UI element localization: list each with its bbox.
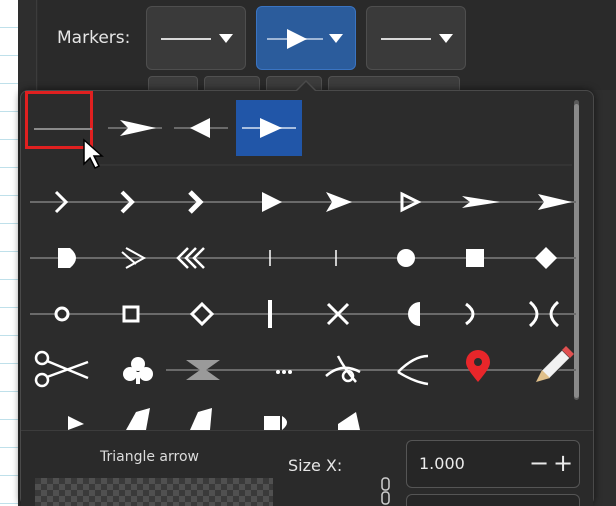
marker-row-3[interactable] <box>26 232 576 284</box>
circle-outline-icon <box>54 306 70 322</box>
marker-preview <box>35 478 273 506</box>
increment-button[interactable]: + <box>553 449 573 477</box>
half-circle-icon <box>408 302 420 326</box>
popup-notch-inner <box>297 82 315 91</box>
marker-cell-arrow-sharp[interactable] <box>102 100 168 156</box>
marker-cell-triangle-left[interactable] <box>168 100 234 156</box>
circle-solid-icon <box>397 249 415 267</box>
marker-row-6-partial[interactable] <box>26 400 576 430</box>
arrow-sharp-icon <box>108 120 162 136</box>
decrement-button[interactable]: − <box>529 449 549 477</box>
chevron-down-icon <box>329 34 343 43</box>
square-outline-icon <box>122 305 140 323</box>
toolbar-divider <box>36 0 37 90</box>
row-separator <box>96 164 572 166</box>
dots-icon <box>276 370 292 374</box>
markers-label: Markers: <box>57 28 131 48</box>
diamond-solid-icon <box>535 247 557 269</box>
marker-cell-triangle-arrow[interactable] <box>236 100 302 156</box>
mouse-pointer-icon <box>83 138 104 170</box>
size-x-spinbox[interactable]: 1.000 − + <box>406 440 580 488</box>
chevron-down-icon <box>219 34 233 43</box>
marker-none-icon <box>381 38 431 40</box>
size-y-spinbox[interactable] <box>406 494 580 506</box>
marker-row-2[interactable] <box>26 176 576 228</box>
club-icon <box>123 357 153 384</box>
pencil-icon <box>535 346 574 383</box>
marker-row-4[interactable] <box>26 288 576 340</box>
marker-name-label: Triangle arrow <box>100 449 199 465</box>
triangle-solid-icon <box>262 192 282 212</box>
mid-marker-dropdown[interactable] <box>256 6 356 70</box>
start-marker-dropdown[interactable] <box>146 6 246 70</box>
end-marker-dropdown[interactable] <box>366 6 466 70</box>
size-x-label: Size X: <box>288 456 343 475</box>
arrow-rounded-icon <box>58 248 76 268</box>
size-x-value[interactable]: 1.000 <box>419 454 465 473</box>
square-solid-icon <box>466 249 484 267</box>
map-pin-icon <box>466 350 490 382</box>
scissors-icon <box>34 350 89 388</box>
document-canvas-strip <box>0 0 18 506</box>
chevron-down-icon <box>439 34 453 43</box>
triangle-arrow-icon <box>242 118 296 138</box>
link-chain-icon[interactable] <box>380 476 392 506</box>
marker-none-icon <box>161 38 211 40</box>
diamond-outline-icon <box>189 301 215 327</box>
triangle-left-icon <box>174 118 228 138</box>
marker-row-5[interactable] <box>26 342 576 398</box>
